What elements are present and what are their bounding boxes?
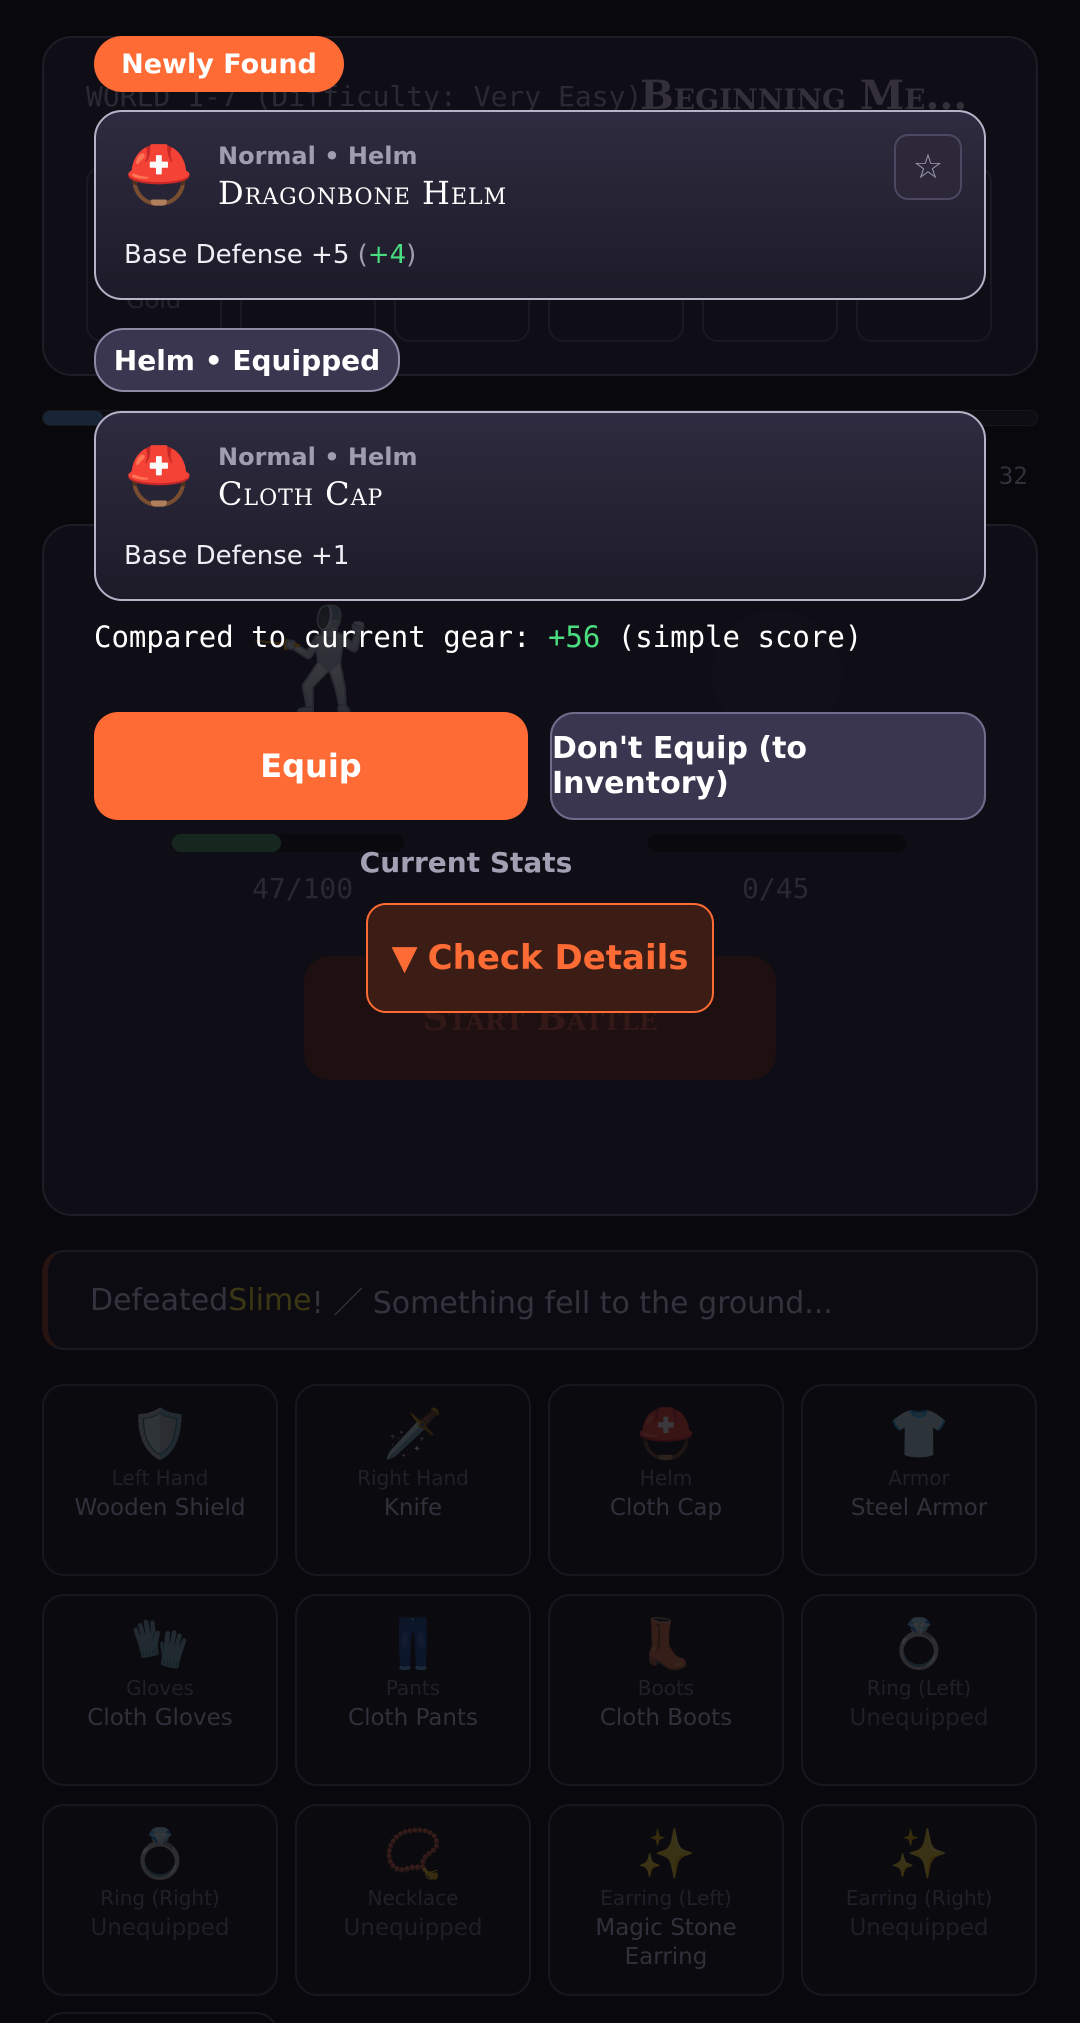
defense-delta: +4 xyxy=(367,240,407,270)
star-icon: ☆ xyxy=(912,147,944,187)
helmet-icon: ⛑️ xyxy=(124,444,194,509)
defense-paren-open: ( xyxy=(357,240,368,270)
equipped-badge: Helm • Equipped xyxy=(94,328,400,392)
compare-delta: +56 xyxy=(547,620,601,654)
defense-paren-close: ) xyxy=(406,240,417,270)
triangle-down-icon: ▼ xyxy=(391,938,418,978)
check-details-button[interactable]: ▼ Check Details xyxy=(366,903,714,1013)
item-name: Cloth Cap xyxy=(218,475,384,513)
newly-found-badge: Newly Found xyxy=(94,36,344,92)
equipped-item-card: ⛑️ Normal • Helm Cloth Cap Base Defense … xyxy=(94,411,986,601)
favorite-star-button[interactable]: ☆ xyxy=(894,134,962,200)
dont-equip-button[interactable]: Don't Equip (to Inventory) xyxy=(550,712,986,820)
check-details-label: Check Details xyxy=(427,938,689,978)
helmet-icon: ⛑️ xyxy=(124,143,194,208)
gear-comparison: Compared to current gear: +56 (simple sc… xyxy=(94,620,862,654)
current-stats-label: Current Stats xyxy=(359,846,573,879)
item-defense: Base Defense +1 xyxy=(124,541,350,571)
equip-button[interactable]: Equip xyxy=(94,712,528,820)
item-defense: Base Defense +5 (+4) xyxy=(124,240,416,270)
item-name: Dragonbone Helm xyxy=(218,174,508,212)
item-rarity-type: Normal • Helm xyxy=(218,142,418,170)
item-rarity-type: Normal • Helm xyxy=(218,443,418,471)
new-item-card: ⛑️ Normal • Helm Dragonbone Helm Base De… xyxy=(94,110,986,300)
defense-value: Base Defense +5 xyxy=(124,240,358,270)
compare-suffix: (simple score) xyxy=(600,620,863,654)
compare-prefix: Compared to current gear: xyxy=(94,620,548,654)
